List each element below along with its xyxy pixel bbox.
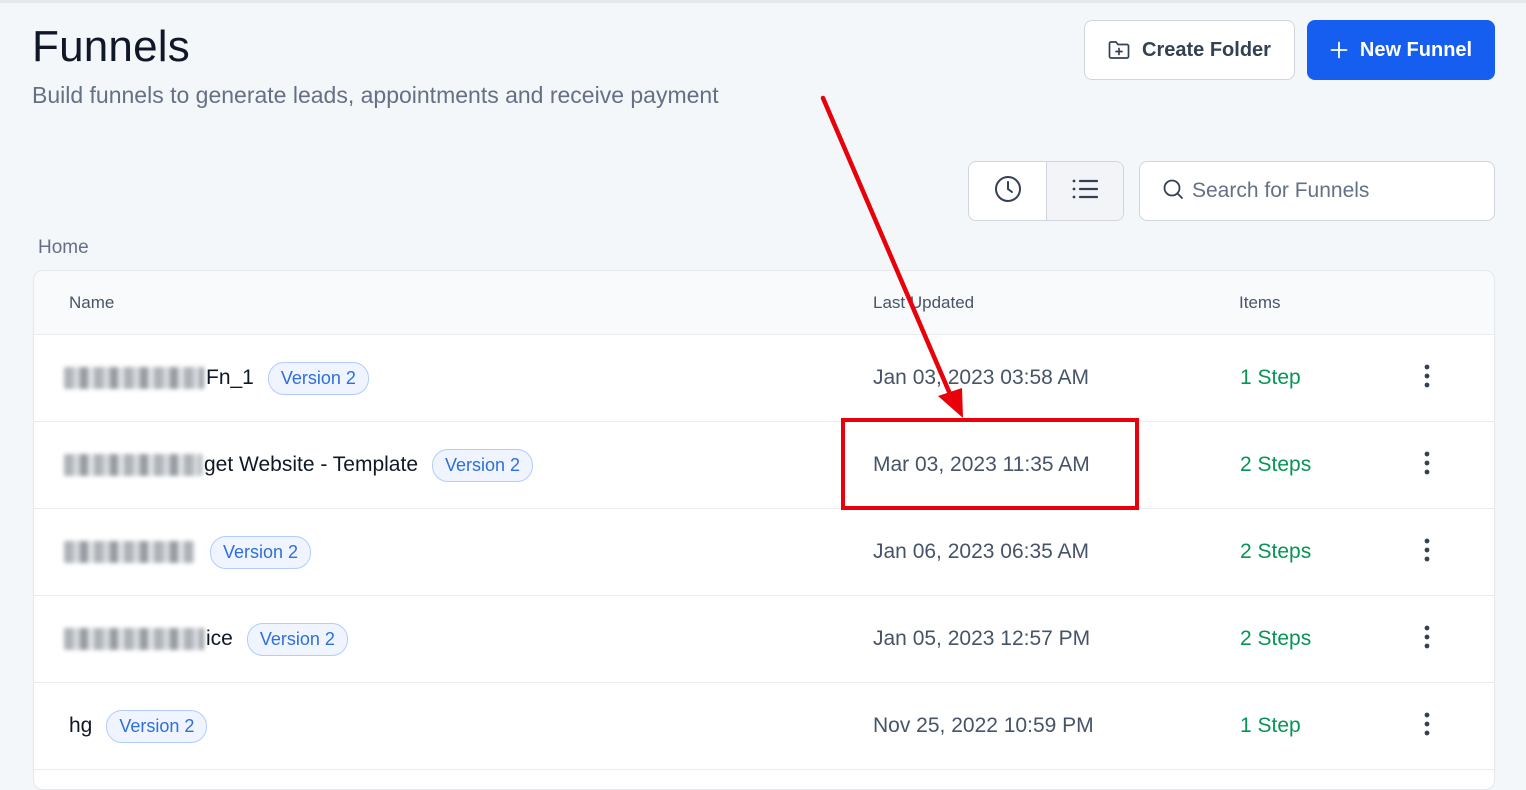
row-menu-button[interactable] — [1412, 360, 1442, 396]
items-cell: 2 Steps — [1240, 540, 1312, 563]
breadcrumb[interactable]: Home — [38, 237, 89, 259]
list-view-button[interactable] — [1046, 162, 1123, 220]
items-cell: 1 Step — [1240, 366, 1301, 389]
page-subtitle: Build funnels to generate leads, appoint… — [32, 82, 719, 108]
funnel-name: ice — [206, 627, 233, 650]
funnel-name-cell[interactable]: ice Version 2 — [64, 596, 348, 682]
table-header: Name Last Updated Items — [34, 271, 1494, 335]
column-header-items[interactable]: Items — [1239, 293, 1281, 313]
funnel-name: hg — [69, 714, 93, 737]
column-header-last-updated[interactable]: Last Updated — [873, 293, 974, 313]
more-vertical-icon — [1424, 712, 1430, 741]
view-toggle — [968, 161, 1124, 221]
table-row[interactable]: ice Version 2 Jan 05, 2023 12:57 PM 2 St… — [34, 596, 1494, 683]
funnel-name: get Website - Template — [204, 453, 418, 476]
redacted-name — [64, 541, 194, 563]
last-updated-cell: Jan 03, 2023 03:58 AM — [873, 366, 1089, 389]
search-icon — [1162, 178, 1184, 205]
new-funnel-button[interactable]: New Funnel — [1307, 20, 1495, 80]
new-funnel-label: New Funnel — [1359, 38, 1473, 61]
plus-icon — [1330, 41, 1348, 59]
redacted-name — [64, 367, 204, 389]
table-row[interactable]: Version 2 Jan 06, 2023 06:35 AM 2 Steps — [34, 509, 1494, 596]
clock-icon — [994, 175, 1022, 208]
table-row[interactable]: Fn_1 Version 2 Jan 03, 2023 03:58 AM 1 S… — [34, 335, 1494, 422]
row-menu-button[interactable] — [1412, 447, 1442, 483]
last-updated-cell: Jan 05, 2023 12:57 PM — [873, 627, 1091, 650]
more-vertical-icon — [1424, 625, 1430, 654]
funnel-name: Fn_1 — [206, 366, 254, 389]
funnel-name-cell[interactable]: Version 2 — [64, 509, 312, 595]
recent-view-button[interactable] — [969, 162, 1046, 220]
more-vertical-icon — [1424, 538, 1430, 567]
last-updated-cell: Jan 06, 2023 06:35 AM — [873, 540, 1089, 563]
more-vertical-icon — [1424, 451, 1430, 480]
version-badge: Version 2 — [246, 622, 348, 656]
version-badge: Version 2 — [267, 361, 369, 395]
row-menu-button[interactable] — [1412, 534, 1442, 570]
funnel-name-cell[interactable]: Fn_1 Version 2 — [64, 335, 369, 421]
search-input[interactable] — [1192, 179, 1482, 203]
more-vertical-icon — [1424, 364, 1430, 393]
funnels-table: Name Last Updated Items Fn_1 Version 2 J… — [33, 270, 1495, 790]
row-menu-button[interactable] — [1412, 621, 1442, 657]
version-badge: Version 2 — [210, 535, 312, 569]
folder-plus-icon — [1108, 40, 1130, 60]
row-menu-button[interactable] — [1412, 708, 1442, 744]
annotation-highlight-box — [841, 418, 1139, 510]
top-border — [0, 0, 1526, 3]
create-folder-button[interactable]: Create Folder — [1084, 20, 1295, 80]
page-title: Funnels — [32, 22, 190, 71]
funnel-name-cell[interactable]: get Website - Template Version 2 — [64, 422, 534, 508]
table-row[interactable]: get Website - Template Version 2 Mar 03,… — [34, 422, 1494, 509]
version-badge: Version 2 — [432, 448, 534, 482]
items-cell: 2 Steps — [1240, 627, 1312, 650]
redacted-name — [64, 628, 204, 650]
items-cell: 1 Step — [1240, 714, 1301, 737]
table-row[interactable]: hg Version 2 Nov 25, 2022 10:59 PM 1 Ste… — [34, 683, 1494, 770]
items-cell: 2 Steps — [1240, 453, 1312, 476]
redacted-name — [64, 454, 202, 476]
column-header-name[interactable]: Name — [69, 293, 114, 313]
list-icon — [1071, 177, 1099, 206]
version-badge: Version 2 — [106, 709, 208, 743]
last-updated-cell: Nov 25, 2022 10:59 PM — [873, 714, 1094, 737]
search-box — [1139, 161, 1495, 221]
create-folder-label: Create Folder — [1142, 38, 1271, 61]
funnel-name-cell[interactable]: hg Version 2 — [69, 683, 208, 769]
